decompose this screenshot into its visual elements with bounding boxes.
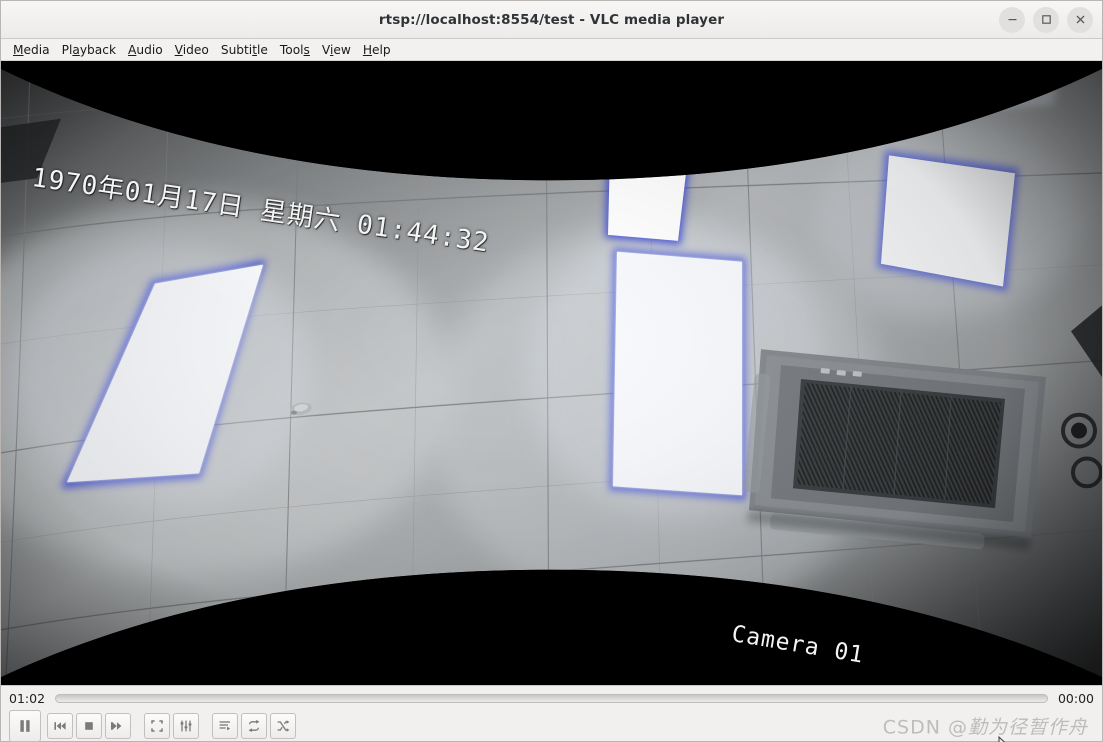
playlist-icon <box>218 719 232 733</box>
video-frame <box>1 61 1102 685</box>
shuffle-icon <box>276 719 290 733</box>
menu-item-tools[interactable]: Tools <box>274 43 316 57</box>
shuffle-button[interactable] <box>270 713 296 739</box>
watermark-author: 勤为径暂作舟 <box>968 717 1088 739</box>
seek-bar-track[interactable] <box>55 694 1048 703</box>
extended-settings-button[interactable] <box>173 713 199 739</box>
seek-row: 01:02 00:00 <box>1 686 1102 710</box>
menu-item-help[interactable]: Help <box>357 43 397 57</box>
pause-icon <box>17 718 33 734</box>
minimize-button[interactable] <box>999 7 1025 33</box>
next-button[interactable] <box>105 713 131 739</box>
stop-button[interactable] <box>76 713 102 739</box>
stop-icon <box>82 719 96 733</box>
menu-item-video[interactable]: Video <box>169 43 215 57</box>
menu-item-media[interactable]: Media <box>7 43 56 57</box>
fullscreen-icon <box>150 719 164 733</box>
close-icon <box>1075 14 1086 25</box>
window-title: rtsp://localhost:8554/test - VLC media p… <box>379 12 724 28</box>
fullscreen-button[interactable] <box>144 713 170 739</box>
equalizer-icon <box>179 719 193 733</box>
watermark-prefix: CSDN @ <box>883 717 968 739</box>
play-pause-button[interactable] <box>9 710 41 742</box>
menu-bar: Media Playback Audio Video Subtitle Tool… <box>1 39 1102 61</box>
previous-button[interactable] <box>47 713 73 739</box>
previous-icon <box>53 719 67 733</box>
playlist-button[interactable] <box>212 713 238 739</box>
elapsed-time: 01:02 <box>9 691 47 706</box>
vlc-window: rtsp://localhost:8554/test - VLC media p… <box>0 0 1103 742</box>
menu-item-playback[interactable]: Playback <box>56 43 122 57</box>
loop-button[interactable] <box>241 713 267 739</box>
video-display[interactable]: 1970年01月17日 星期六 01:44:32 Camera 01 <box>1 61 1102 685</box>
playlist-loop-shuffle-group <box>212 713 296 739</box>
loop-icon <box>247 719 261 733</box>
seek-slider[interactable] <box>55 686 1048 710</box>
view-settings-group <box>144 713 199 739</box>
menu-item-audio[interactable]: Audio <box>122 43 169 57</box>
next-icon <box>111 719 125 733</box>
menu-item-view[interactable]: View <box>316 43 357 57</box>
minimize-icon <box>1007 14 1018 25</box>
close-button[interactable] <box>1067 7 1093 33</box>
title-bar: rtsp://localhost:8554/test - VLC media p… <box>1 1 1102 39</box>
maximize-icon <box>1041 14 1052 25</box>
maximize-button[interactable] <box>1033 7 1059 33</box>
control-bar: 01:02 00:00 <box>1 685 1102 741</box>
watermark: CSDN @勤为径暂作舟 <box>883 713 1088 740</box>
transport-buttons: CSDN @勤为径暂作舟 <box>1 710 1102 742</box>
mouse-cursor-icon <box>998 736 1014 742</box>
prev-stop-next-group <box>47 713 131 739</box>
window-controls <box>999 7 1093 33</box>
menu-item-subtitle[interactable]: Subtitle <box>215 43 274 57</box>
remaining-time: 00:00 <box>1056 691 1094 706</box>
